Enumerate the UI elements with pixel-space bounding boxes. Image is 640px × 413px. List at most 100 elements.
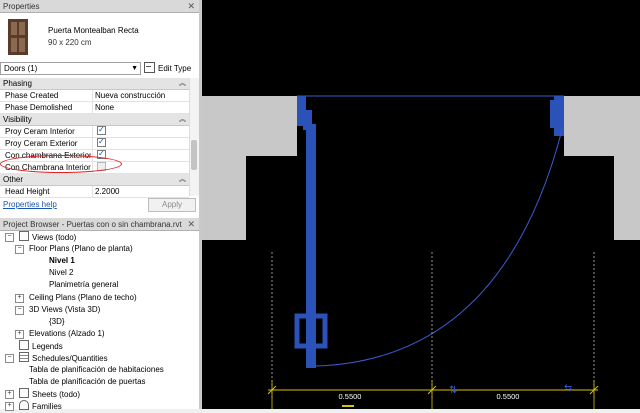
group-label: Phasing (3, 79, 32, 88)
door-swing-arc (315, 129, 563, 367)
properties-title-bar: Properties ✕ (0, 0, 199, 13)
close-icon[interactable]: ✕ (187, 0, 195, 13)
instance-filter-value: Doors (1) (4, 64, 38, 73)
property-value (92, 126, 189, 137)
property-name: Proy Ceram Exterior (5, 139, 78, 148)
tree-item[interactable]: Views (todo) (19, 231, 76, 243)
edit-type-label: Edit Type (158, 64, 192, 73)
tree-item-label: Legends (32, 341, 63, 351)
property-name: Proy Ceram Interior (5, 127, 75, 136)
tree-item-label: Ceiling Plans (Plano de techo) (29, 292, 137, 302)
tree-item[interactable]: {3D} (49, 316, 65, 328)
tree-item-label: Schedules/Quantities (32, 354, 108, 363)
collapse-toggle-icon[interactable]: − (5, 354, 14, 363)
tree-item-label: Families (32, 402, 62, 412)
property-name: Phase Created (5, 91, 59, 100)
property-row[interactable]: Head Height 2.2000 (0, 186, 189, 198)
tree-item[interactable]: Nivel 1 (49, 255, 75, 267)
flip-arrow-icon: ⇆ (564, 383, 572, 394)
tree-item-label: Sheets (todo) (32, 390, 81, 400)
tree-item[interactable]: 3D Views (Vista 3D) (29, 304, 100, 316)
legend-icon (19, 339, 29, 350)
tree-item-label: Planimetría general (49, 280, 119, 290)
chevron-up-icon: ︽ (179, 176, 186, 183)
expand-toggle-icon[interactable]: + (15, 329, 24, 339)
apply-button[interactable]: Apply (148, 198, 196, 212)
properties-title: Properties (3, 2, 40, 11)
group-phasing[interactable]: Phasing ︽ (0, 78, 189, 90)
property-value[interactable]: Nueva construcción (92, 90, 189, 101)
wall-left (202, 96, 297, 240)
tree-item[interactable]: Planimetría general (49, 279, 118, 291)
chevron-up-icon: ︽ (179, 80, 186, 87)
tree-item-label: Elevations (Alzado 1) (29, 328, 105, 338)
tree-item[interactable]: Sheets (todo) (19, 388, 80, 400)
tree-item[interactable]: Schedules/Quantities (19, 352, 108, 364)
tree-item-label: Floor Plans (Plano de planta) (29, 244, 133, 254)
collapse-toggle-icon[interactable]: − (5, 233, 14, 242)
chevron-down-icon: ▼ (131, 65, 138, 72)
wall-right (564, 96, 640, 240)
expand-toggle-icon[interactable]: + (15, 293, 24, 303)
door-thumbnail-icon (8, 19, 28, 55)
tree-item[interactable]: Elevations (Alzado 1) (29, 328, 105, 340)
floor-plan-drawing[interactable]: 0.5500 0.5500 ⇅ ⇆ (202, 0, 640, 409)
sheet-icon (19, 388, 29, 399)
properties-help-link[interactable]: Properties help (3, 200, 57, 209)
views-icon (19, 231, 29, 241)
tree-item[interactable]: Tabla de planificación de puertas (29, 376, 146, 388)
group-visibility[interactable]: Visibility ︽ (0, 114, 189, 126)
close-icon[interactable]: ✕ (187, 218, 195, 231)
expand-toggle-icon[interactable]: + (5, 390, 14, 400)
property-name: Phase Demolished (5, 103, 73, 112)
dimension-left: 0.5500 (339, 392, 362, 401)
collapse-toggle-icon[interactable]: − (15, 305, 24, 315)
property-value (92, 138, 189, 149)
tree-item-label: Nivel 2 (49, 268, 74, 278)
property-value[interactable]: 2.2000 (92, 186, 189, 197)
tree-item-label: 3D Views (Vista 3D) (29, 304, 101, 314)
type-selector[interactable]: Puerta Montealban Recta 90 x 220 cm (0, 14, 199, 60)
property-row[interactable]: Phase Created Nueva construcción (0, 90, 189, 102)
property-value[interactable]: None (92, 102, 189, 113)
highlight-annotation (0, 155, 122, 173)
tree-item[interactable]: Nivel 2 (49, 267, 73, 279)
tree-item[interactable]: Families (19, 400, 62, 412)
tree-item-label: Views (todo) (32, 233, 77, 242)
sched-icon (19, 352, 29, 362)
tree-item[interactable]: Legends (19, 339, 63, 352)
tree-item[interactable]: Floor Plans (Plano de planta) (29, 243, 133, 255)
type-size: 90 x 220 cm (48, 38, 92, 47)
frame-right-2 (550, 100, 556, 128)
group-label: Visibility (3, 115, 32, 124)
group-label: Other (3, 175, 24, 184)
property-row[interactable]: Proy Ceram Exterior (0, 138, 189, 150)
instance-filter-dropdown[interactable]: Doors (1) ▼ (0, 62, 141, 75)
edit-type-button[interactable]: Edit Type (144, 61, 198, 76)
property-name: Head Height (5, 187, 50, 196)
tree-item-label: Nivel 1 (49, 256, 75, 266)
edit-type-icon (144, 62, 155, 73)
group-other[interactable]: Other ︽ (0, 174, 189, 186)
type-name: Puerta Montealban Recta (48, 26, 139, 35)
tree-item-label: Tabla de planificación de puertas (29, 377, 146, 387)
dimension-right: 0.5500 (497, 392, 520, 401)
left-panel: Properties ✕ Puerta Montealban Recta 90 … (0, 0, 200, 412)
property-row[interactable]: Phase Demolished None (0, 102, 189, 114)
property-row[interactable]: Proy Ceram Interior (0, 126, 189, 138)
tree-item-label: {3D} (49, 316, 65, 326)
tree-item[interactable]: Tabla de planificación de habitaciones (29, 364, 164, 376)
flip-arrow-icon: ⇅ (449, 385, 457, 396)
properties-scroll-thumb[interactable] (191, 140, 197, 170)
project-browser-title-bar: Project Browser - Puertas con o sin cham… (0, 218, 199, 231)
collapse-toggle-icon[interactable]: − (15, 245, 24, 255)
tree-item[interactable]: Ceiling Plans (Plano de techo) (29, 292, 137, 304)
properties-table: Phasing ︽ Phase Created Nueva construcci… (0, 78, 189, 198)
drawing-canvas[interactable]: 0.5500 0.5500 ⇅ ⇆ (202, 0, 640, 409)
expand-toggle-icon[interactable]: + (5, 402, 14, 412)
checkbox-proy-ceram-interior[interactable] (97, 126, 106, 135)
tree-item-label: Tabla de planificación de habitaciones (29, 365, 164, 375)
project-browser-title: Project Browser - Puertas con o sin cham… (3, 220, 182, 229)
checkbox-proy-ceram-exterior[interactable] (97, 138, 106, 147)
door-leaf (306, 124, 316, 368)
